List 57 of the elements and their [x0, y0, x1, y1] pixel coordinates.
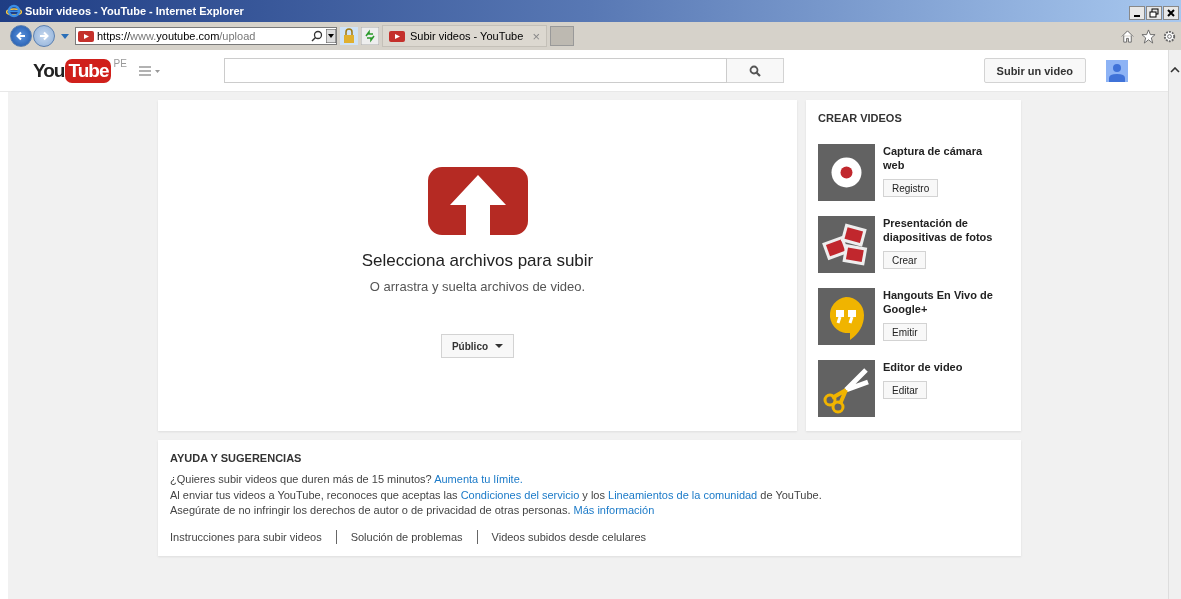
record-icon[interactable]	[818, 144, 875, 201]
scissors-icon[interactable]	[818, 360, 875, 417]
caret-icon	[495, 344, 504, 348]
search-button[interactable]	[726, 58, 784, 83]
window-title: Subir videos - YouTube - Internet Explorer	[25, 5, 245, 17]
tool-button[interactable]: Emitir	[883, 323, 927, 341]
search-icon[interactable]	[311, 30, 323, 42]
tool-button[interactable]: Registro	[883, 179, 939, 197]
forward-arrow-icon	[38, 30, 50, 42]
search-icon	[748, 64, 761, 77]
scroll-up-icon[interactable]	[1170, 67, 1180, 73]
restore-button[interactable]	[1146, 6, 1162, 20]
help-link[interactable]: Lineamientos de la comunidad	[608, 488, 758, 501]
tool-title: Hangouts En Vivo de Google+	[883, 288, 993, 316]
footer-link[interactable]: Videos subidos desde celulares	[491, 530, 647, 543]
back-button[interactable]	[10, 25, 32, 47]
home-icon[interactable]	[1120, 28, 1135, 44]
close-icon	[1166, 8, 1176, 18]
minimize-button[interactable]	[1129, 6, 1145, 20]
forward-button[interactable]	[33, 25, 55, 47]
upload-subtitle: O arrastra y suelta archivos de video.	[369, 279, 586, 294]
video-play-icon	[389, 30, 405, 42]
tool-title: Captura de cámara web	[883, 144, 984, 172]
dropdown-icon[interactable]	[326, 29, 336, 43]
back-arrow-icon	[15, 30, 27, 42]
browser-tab[interactable]: Subir videos - YouTube ×	[382, 25, 547, 47]
tab-title: Subir videos - YouTube	[410, 30, 525, 42]
help-link[interactable]: Condiciones del servicio	[460, 488, 580, 501]
restore-icon	[1149, 8, 1159, 18]
help-link[interactable]: Más información	[573, 504, 655, 516]
video-play-icon	[78, 30, 94, 42]
star-icon[interactable]	[1141, 28, 1156, 44]
privacy-dropdown[interactable]: Público	[440, 334, 515, 358]
tool-button[interactable]: Editar	[883, 381, 928, 399]
browser-logo-icon	[6, 3, 22, 19]
address-bar[interactable]: https://www.youtube.com/upload	[75, 27, 337, 45]
help-text: Al enviar tus videos a YouTube, reconoces que aceptas las Condiciones del servicio y los Lineamientos de la comunidad de YouTube.	[170, 487, 823, 503]
quote-bubble-icon[interactable]	[818, 288, 875, 345]
settings-icon[interactable]	[1162, 28, 1177, 44]
upload-video-button[interactable]: Subir un video	[983, 58, 1086, 83]
refresh-icon[interactable]	[361, 27, 379, 45]
tool-button[interactable]: Crear	[883, 251, 926, 269]
footer-link[interactable]: Instrucciones para subir videos	[170, 530, 322, 543]
tool-title: Editor de video	[883, 360, 963, 374]
upload-title: Selecciona archivos para subir	[361, 251, 594, 271]
section-heading: CREAR VIDEOS	[818, 112, 903, 124]
help-text: Asegúrate de no infringir los derechos de autor o de privacidad de otras personas. Más información	[170, 503, 656, 518]
help-link[interactable]: Aumenta tu límite.	[434, 473, 523, 485]
tool-title: Presentación de diapositivas de fotos	[883, 216, 993, 244]
region-label: PE	[113, 58, 127, 69]
help-text: ¿Quieres subir videos que duren más de 15 minutos? Aumenta tu límite.	[170, 472, 524, 487]
footer-link[interactable]: Solución de problemas	[350, 530, 463, 543]
photos-icon[interactable]	[818, 216, 875, 273]
user-avatar-icon[interactable]	[1106, 59, 1128, 82]
close-button[interactable]	[1163, 6, 1179, 20]
minimize-icon	[1134, 15, 1140, 17]
section-heading: AYUDA Y SUGERENCIAS	[170, 452, 303, 464]
